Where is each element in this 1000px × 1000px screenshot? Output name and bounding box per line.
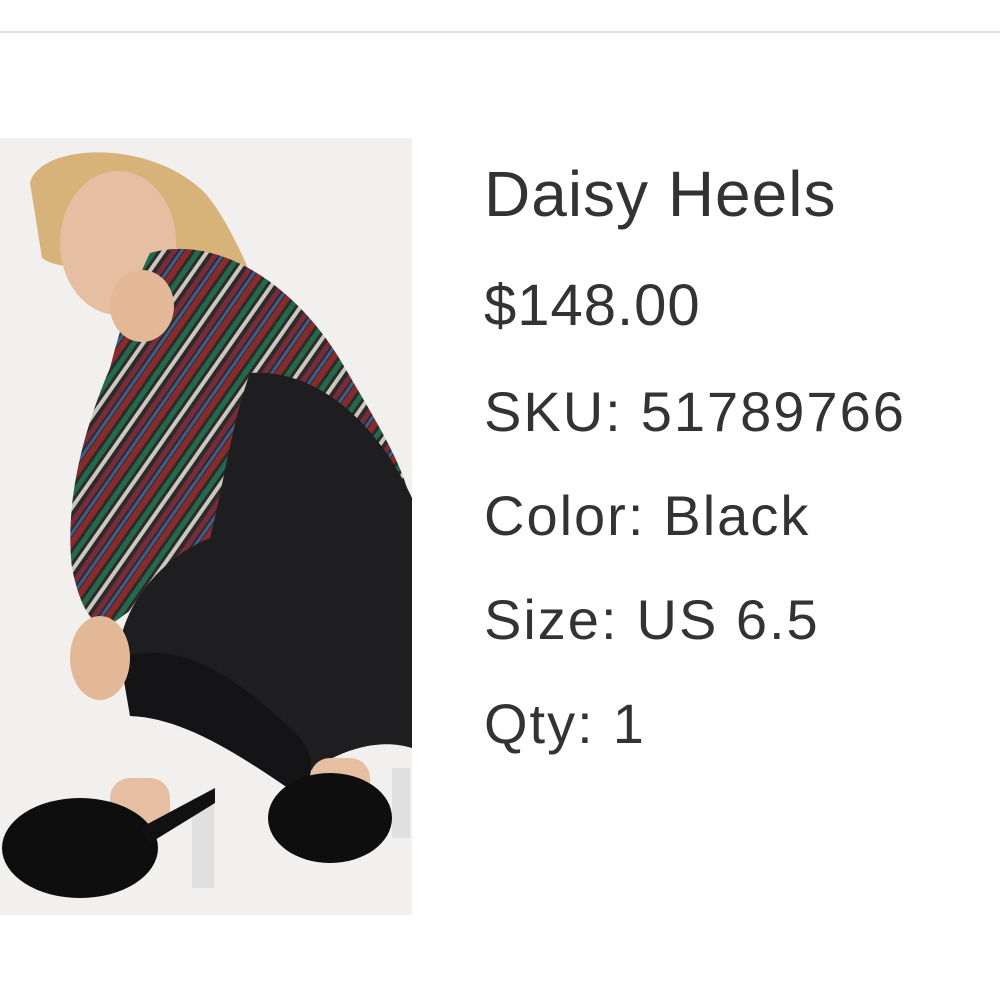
qty-line: Qty: 1	[484, 690, 1000, 758]
qty-value: 1	[612, 692, 646, 755]
size-value: US 6.5	[636, 588, 820, 651]
product-price: $148.00	[484, 273, 701, 338]
sku-label: SKU:	[484, 380, 623, 443]
color-value: Black	[663, 484, 811, 547]
product-title[interactable]: Daisy Heels	[484, 150, 1000, 238]
color-line: Color: Black	[484, 482, 1000, 550]
sku-value: 51789766	[640, 380, 906, 443]
top-divider	[0, 31, 1000, 33]
product-details: Daisy Heels $148.00 SKU: 51789766 Color: B…	[484, 150, 1000, 758]
product-image[interactable]	[0, 138, 412, 915]
cart-item-page: Daisy Heels $148.00 SKU: 51789766 Color: B…	[0, 0, 1000, 1000]
size-line: Size: US 6.5	[484, 586, 1000, 654]
color-label: Color:	[484, 484, 646, 547]
sku-line: SKU: 51789766	[484, 378, 1000, 446]
size-label: Size:	[484, 588, 619, 651]
qty-label: Qty:	[484, 692, 595, 755]
